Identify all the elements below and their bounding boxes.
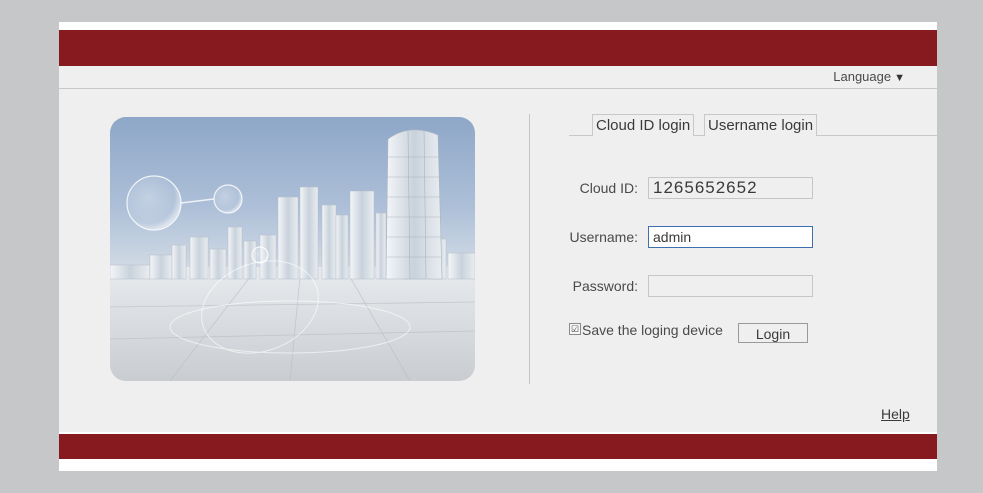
help-link[interactable]: Help [881, 406, 910, 422]
language-row: Language ▼ [59, 66, 937, 89]
language-label: Language [833, 69, 892, 84]
login-window: Language ▼ Cloud ID login Username login… [59, 22, 937, 471]
username-label: Username: [569, 229, 638, 245]
city-skyline-illustration [110, 129, 475, 381]
language-selector[interactable]: Language ▼ [833, 69, 905, 84]
save-device-label: Save the loging device [582, 322, 723, 338]
password-field[interactable] [648, 275, 813, 297]
login-panel: Language ▼ Cloud ID login Username login… [59, 66, 937, 432]
cloud-id-label: Cloud ID: [579, 180, 638, 196]
caret-down-icon: ▼ [894, 72, 905, 84]
checkbox-checked-icon[interactable]: ☑ [569, 323, 581, 335]
cloud-id-field[interactable] [648, 177, 813, 199]
tab-cloud-id-login[interactable]: Cloud ID login [592, 114, 695, 136]
save-device-checkbox-row[interactable]: ☑ Save the loging device [569, 322, 723, 338]
city-skyline-image [110, 117, 475, 381]
header-bar [59, 30, 937, 66]
login-button[interactable]: Login [738, 323, 808, 343]
password-label: Password: [572, 278, 638, 294]
footer-bar [59, 434, 937, 459]
tab-username-login[interactable]: Username login [704, 114, 818, 136]
vertical-divider [529, 114, 530, 384]
username-field[interactable] [648, 226, 813, 248]
